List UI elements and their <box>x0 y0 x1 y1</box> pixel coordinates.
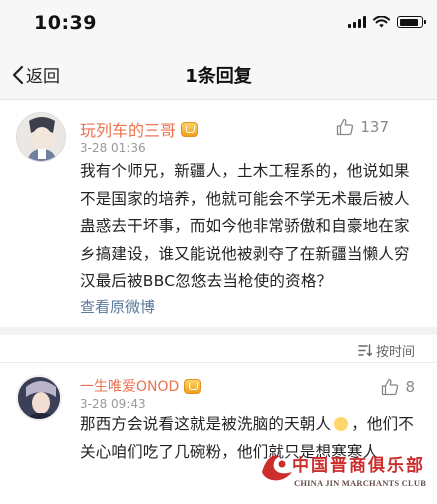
post-username-text: 玩列车的三哥 <box>80 121 177 140</box>
post-content: 我有个师兄，新疆人，土木工程系的，他说如果不是国家的培养，他就可能会不学无术最后… <box>80 162 410 291</box>
like-icon <box>382 378 399 396</box>
watermark-cn: 中国晋商俱乐部 <box>292 456 425 476</box>
like-icon <box>337 118 354 136</box>
reply-username[interactable]: 一生唯爱ONOD <box>80 376 202 396</box>
post-timestamp: 3-28 01:36 <box>80 141 146 155</box>
sort-bar: 按时间 <box>0 335 437 362</box>
view-original-link[interactable]: 查看原微博 <box>80 296 155 317</box>
avatar[interactable] <box>16 375 62 421</box>
post-like-count: 137 <box>360 118 389 136</box>
status-time: 10:39 <box>34 12 97 34</box>
status-icons <box>348 16 426 28</box>
section-divider <box>0 327 437 335</box>
avatar-photo <box>18 377 60 419</box>
reply-like-count: 8 <box>405 378 415 396</box>
reply-content-part1: 那西方会说看这就是被洗脑的天朝人 <box>80 415 332 433</box>
club-watermark: 中国晋商俱乐部 CHINA JIN MARCHANTS CLUB <box>258 444 434 502</box>
battery-icon <box>397 16 426 28</box>
sort-icon <box>358 344 372 357</box>
wifi-icon <box>373 16 390 28</box>
post-like-button[interactable]: 137 <box>336 118 389 136</box>
watermark-en: CHINA JIN MARCHANTS CLUB <box>294 478 427 488</box>
emoji-icon <box>334 417 349 431</box>
post-username[interactable]: 玩列车的三哥 <box>80 117 199 141</box>
reply-timestamp: 3-28 09:43 <box>80 397 146 411</box>
page-title: 1条回复 <box>185 66 252 87</box>
original-comment: 玩列车的三哥 3-28 01:36 137 我有个师兄，新疆人，土木工程系的，他… <box>0 100 437 327</box>
vip-badge-icon <box>184 378 202 394</box>
reply-like-button[interactable]: 8 <box>381 378 415 396</box>
status-bar: 10:39 <box>0 0 437 48</box>
nav-bar: 返回 1条回复 <box>0 48 437 100</box>
sort-label: 按时间 <box>375 345 415 360</box>
sort-by-time-button[interactable]: 按时间 <box>358 341 415 360</box>
signal-icon <box>348 16 366 28</box>
vip-badge-icon <box>181 121 199 137</box>
avatar[interactable] <box>16 112 66 162</box>
reply-username-text: 一生唯爱ONOD <box>80 379 180 395</box>
avatar-illustration <box>17 113 65 161</box>
